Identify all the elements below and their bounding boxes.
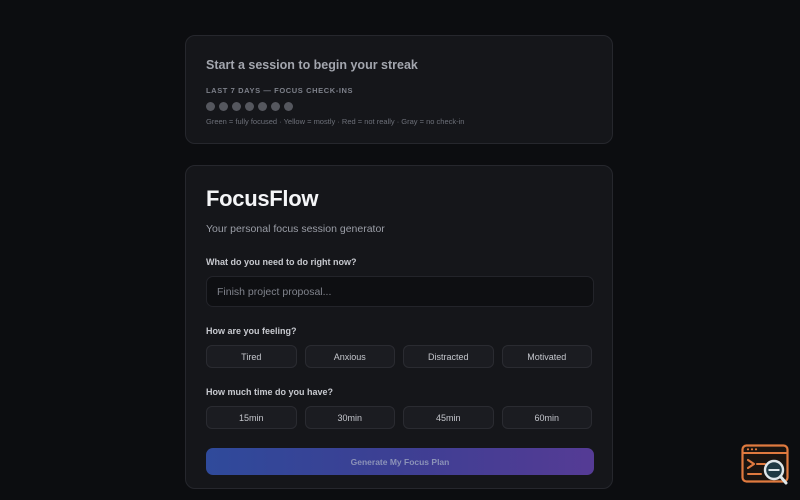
day-dot [258,102,267,111]
streak-dots [206,102,592,111]
day-dot [232,102,241,111]
streak-card: Start a session to begin your streak LAS… [185,35,613,144]
time-option-30min[interactable]: 30min [304,406,395,429]
generate-plan-button[interactable]: Generate My Focus Plan [206,448,594,475]
streak-label: LAST 7 DAYS — FOCUS CHECK-INS [206,86,354,95]
time-option-60min[interactable]: 60min [501,406,592,429]
mood-label: How are you feeling? [206,326,297,336]
page: Start a session to begin your streak LAS… [0,0,800,500]
time-option-45min[interactable]: 45min [403,406,494,429]
day-dot [245,102,254,111]
app-title: FocusFlow [206,186,319,211]
time-label: How much time do you have? [206,387,334,397]
time-option-15min[interactable]: 15min [206,406,297,429]
day-dot [206,102,215,111]
streak-title: Start a session to begin your streak [206,58,418,72]
mood-option-motivated[interactable]: Motivated [501,345,592,368]
code-search-icon[interactable] [741,444,789,486]
day-dot [271,102,280,111]
day-dot [219,102,228,111]
mood-option-anxious[interactable]: Anxious [304,345,395,368]
mood-option-tired[interactable]: Tired [206,345,297,368]
day-dot [284,102,293,111]
mood-option-distracted[interactable]: Distracted [403,345,494,368]
mood-options: Tired Anxious Distracted Motivated [206,345,592,368]
time-options: 15min 30min 45min 60min [206,406,592,429]
session-form-card: FocusFlow Your personal focus session ge… [185,165,613,489]
streak-legend: Green = fully focused · Yellow = mostly … [206,117,465,126]
task-input[interactable] [206,276,594,307]
task-label: What do you need to do right now? [206,257,357,267]
app-subtitle: Your personal focus session generator [206,223,385,235]
